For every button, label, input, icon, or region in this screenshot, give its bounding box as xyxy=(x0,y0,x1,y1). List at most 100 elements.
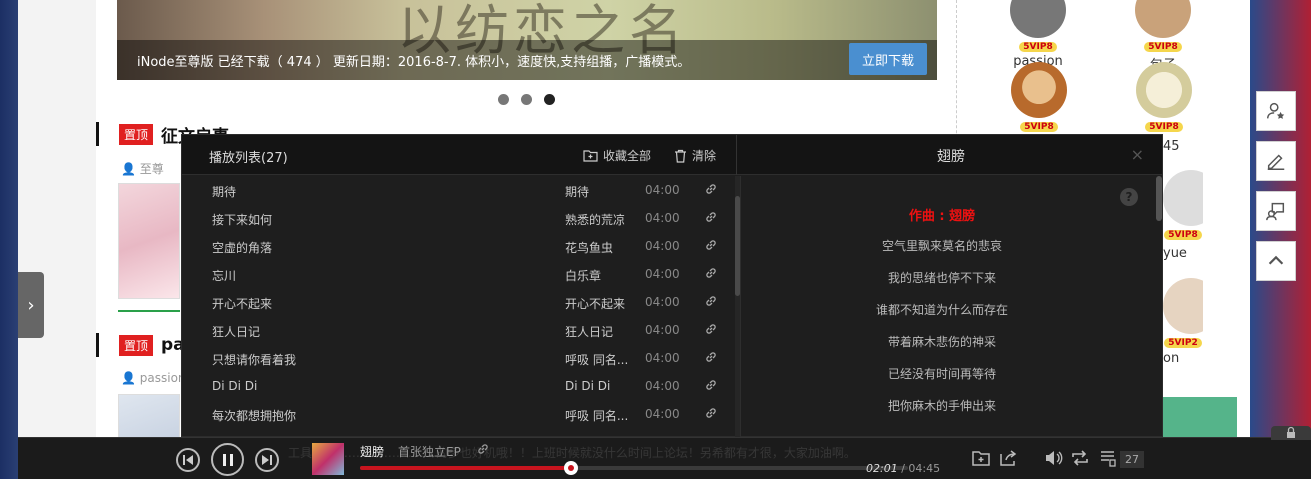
track-name[interactable]: 狂人日记 xyxy=(212,323,260,340)
progress-knob[interactable] xyxy=(563,461,578,475)
lyric-line: 把你麻木的手伸出来 xyxy=(887,399,996,413)
track-name[interactable]: 只想请你看着我 xyxy=(212,351,296,368)
feedback-icon xyxy=(1266,202,1285,221)
track-name[interactable]: 期待 xyxy=(212,183,236,200)
playlist-row[interactable]: 狂人日记 狂人日记 04:00 xyxy=(182,316,734,344)
playlist-row[interactable]: 空虚的角落 花鸟鱼虫 04:00 xyxy=(182,232,734,260)
track-artist[interactable]: Di Di Di xyxy=(565,379,635,393)
link-icon[interactable] xyxy=(476,442,490,456)
now-playing-song[interactable]: 翅膀 xyxy=(360,443,384,460)
playlist-row[interactable]: 开心不起来 开心不起来 04:00 xyxy=(182,288,734,316)
volume-icon[interactable] xyxy=(1043,448,1063,468)
avatar[interactable] xyxy=(1011,62,1067,118)
playlist-row[interactable]: 接下来如何 熟悉的荒凉 04:00 xyxy=(182,204,734,232)
slider-dots xyxy=(498,94,555,105)
track-artist[interactable]: 呼吸 同名... xyxy=(565,407,635,424)
playlist-count[interactable]: 27 xyxy=(1120,451,1144,468)
track-artist[interactable]: 熟悉的荒凉 xyxy=(565,211,635,228)
link-icon[interactable] xyxy=(704,294,718,308)
playlist-row[interactable]: 只想请你看着我 呼吸 同名... 04:00 xyxy=(182,344,734,372)
track-duration: 04:00 xyxy=(645,351,680,365)
lyrics-scrollbar[interactable] xyxy=(1156,176,1162,438)
link-icon[interactable] xyxy=(704,378,718,392)
lock-tab[interactable] xyxy=(1271,426,1311,440)
next-icon xyxy=(262,455,272,465)
feedback-button[interactable] xyxy=(1256,191,1296,231)
avatar[interactable] xyxy=(1135,0,1191,38)
help-icon[interactable]: ? xyxy=(1120,188,1138,206)
user-name[interactable]: yue xyxy=(1163,246,1187,261)
post-author-name[interactable]: passion xyxy=(140,371,186,385)
playlist-row[interactable]: 每次都想拥抱你 呼吸 同名... 04:00 xyxy=(182,400,734,428)
avatar[interactable] xyxy=(1163,170,1203,226)
repeat-icon[interactable] xyxy=(1070,448,1090,468)
track-name[interactable]: 空虚的角落 xyxy=(212,239,272,256)
album-cover[interactable] xyxy=(312,443,344,475)
side-expand-tab[interactable]: › xyxy=(18,272,44,338)
playlist-icon[interactable] xyxy=(1098,448,1118,468)
playlist-row[interactable]: 忘川 白乐章 04:00 xyxy=(182,260,734,288)
arrow-up-icon xyxy=(1268,255,1284,265)
lyric-line: 我的思绪也停不下来 xyxy=(887,271,996,285)
link-icon[interactable] xyxy=(704,210,718,224)
slider-dot[interactable] xyxy=(498,94,509,105)
link-icon[interactable] xyxy=(704,238,718,252)
link-icon[interactable] xyxy=(704,266,718,280)
add-folder-icon[interactable] xyxy=(971,448,991,468)
lyric-line: 带着麻木悲伤的神采 xyxy=(887,335,996,349)
avatar[interactable] xyxy=(1163,278,1203,334)
pause-button[interactable] xyxy=(211,443,244,476)
user-card[interactable]: 5VIP8 xyxy=(1129,62,1199,132)
edit-button[interactable] xyxy=(1256,141,1296,181)
slider-dot-active[interactable] xyxy=(544,94,555,105)
chevron-right-icon: › xyxy=(27,294,35,316)
playlist-row[interactable]: 期待 期待 04:00 xyxy=(182,176,734,204)
collect-all-label: 收藏全部 xyxy=(603,149,652,163)
link-icon[interactable] xyxy=(704,350,718,364)
user-card[interactable]: 5VIP8 xyxy=(1004,62,1074,132)
track-artist[interactable]: 呼吸 同名... xyxy=(565,351,635,368)
post-title[interactable]: 置顶 pa xyxy=(96,333,185,357)
scrollbar-thumb[interactable] xyxy=(1156,176,1162,221)
lyric-line-current: 作曲 : 翅膀 xyxy=(908,209,976,224)
link-icon[interactable] xyxy=(704,182,718,196)
post-thumbnail[interactable] xyxy=(118,183,180,299)
track-artist[interactable]: 狂人日记 xyxy=(565,323,635,340)
avatar[interactable] xyxy=(1136,62,1192,118)
playlist-row[interactable]: Di Di Di Di Di Di 04:00 xyxy=(182,372,734,400)
progress-bar[interactable] xyxy=(360,461,908,475)
prev-button[interactable] xyxy=(176,448,200,472)
post-thumbnail[interactable] xyxy=(118,394,180,439)
user-card[interactable]: 5VIP2 xyxy=(1163,278,1203,348)
user-card[interactable]: 5VIP8 passion xyxy=(1003,0,1073,69)
track-artist[interactable]: 开心不起来 xyxy=(565,295,635,312)
share-icon[interactable] xyxy=(998,448,1018,468)
track-name[interactable]: Di Di Di xyxy=(212,379,257,393)
track-duration: 04:00 xyxy=(645,295,680,309)
track-name[interactable]: 忘川 xyxy=(212,267,236,284)
user-card[interactable]: 5VIP8 xyxy=(1163,170,1203,240)
back-to-top-button[interactable] xyxy=(1256,241,1296,281)
close-icon[interactable]: × xyxy=(1131,145,1144,164)
link-icon[interactable] xyxy=(704,322,718,336)
post-author-name[interactable]: 至尊 xyxy=(140,162,164,176)
track-artist[interactable]: 白乐章 xyxy=(565,267,635,284)
track-artist[interactable]: 花鸟鱼虫 xyxy=(565,239,635,256)
next-button[interactable] xyxy=(255,448,279,472)
user-name[interactable]: on xyxy=(1163,351,1179,366)
slider-dot[interactable] xyxy=(521,94,532,105)
track-artist[interactable]: 期待 xyxy=(565,183,635,200)
now-playing-album[interactable]: 首张独立EP xyxy=(398,443,461,460)
banner-slider[interactable]: 以纺恋之名 iNode至尊版 已经下载（ 474 ） 更新日期：2016-8-7… xyxy=(117,0,937,80)
download-button[interactable]: 立即下载 xyxy=(849,43,927,75)
avatar[interactable] xyxy=(1010,0,1066,38)
user-star-button[interactable] xyxy=(1256,91,1296,131)
collect-all-button[interactable]: 收藏全部 xyxy=(583,147,651,164)
clear-button[interactable]: 清除 xyxy=(674,147,716,164)
link-icon[interactable] xyxy=(704,406,718,420)
track-name[interactable]: 开心不起来 xyxy=(212,295,272,312)
header-divider xyxy=(736,135,737,175)
track-name[interactable]: 接下来如何 xyxy=(212,211,272,228)
track-name[interactable]: 每次都想拥抱你 xyxy=(212,407,296,424)
user-name[interactable]: 45 xyxy=(1163,139,1180,154)
